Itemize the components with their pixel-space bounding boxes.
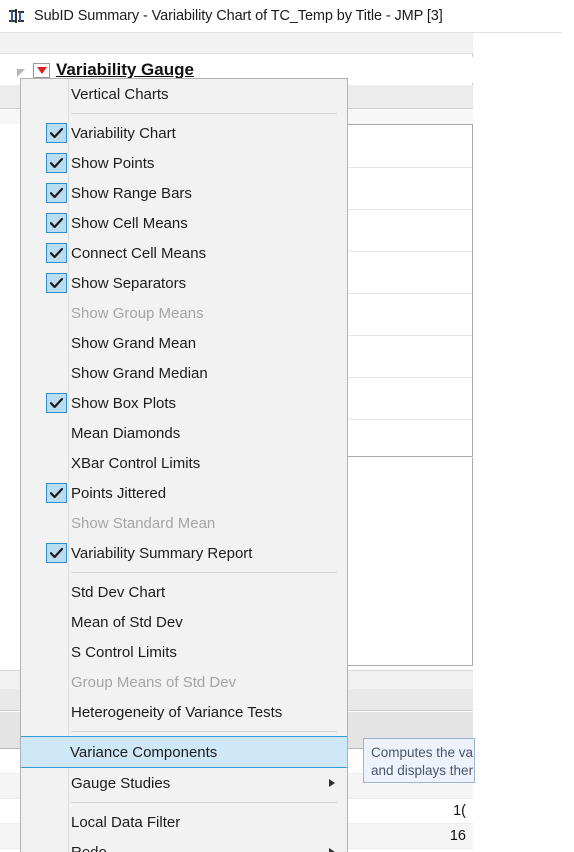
menu-item-label: Local Data Filter xyxy=(71,813,181,831)
checkmark-icon xyxy=(46,543,67,563)
menu-separator xyxy=(71,731,337,732)
menu-item-label: Show Points xyxy=(71,154,155,172)
menu-item-list: Vertical Charts Variability Chart Show Poi… xyxy=(21,79,347,852)
menu-item-label: Show Cell Means xyxy=(71,214,188,232)
submenu-arrow-icon xyxy=(329,848,335,852)
menu-item-label: Std Dev Chart xyxy=(71,583,166,601)
menu-item-label: Show Box Plots xyxy=(71,394,177,412)
menu-item-label: Connect Cell Means xyxy=(71,244,207,262)
menu-item-label: Vertical Charts xyxy=(71,85,169,103)
menu-item-mean-diamonds[interactable]: Mean Diamonds xyxy=(21,418,347,448)
menu-item-redo[interactable]: Redo xyxy=(21,837,347,852)
menu-item-group-means-of-std-dev: Group Means of Std Dev xyxy=(21,667,347,697)
menu-item-show-points[interactable]: Show Points xyxy=(21,148,347,178)
menu-item-label: Gauge Studies xyxy=(71,774,171,792)
menu-item-local-data-filter[interactable]: Local Data Filter xyxy=(21,807,347,837)
menu-item-heterogeneity-of-variance-tests[interactable]: Heterogeneity of Variance Tests xyxy=(21,697,347,727)
menu-item-label: Points Jittered xyxy=(71,484,167,502)
menu-item-connect-cell-means[interactable]: Connect Cell Means xyxy=(21,238,347,268)
menu-item-show-grand-mean[interactable]: Show Grand Mean xyxy=(21,328,347,358)
jmp-chart-icon xyxy=(9,7,27,25)
menu-item-variability-chart[interactable]: Variability Chart xyxy=(21,118,347,148)
menu-item-label: Show Range Bars xyxy=(71,184,192,202)
menu-separator xyxy=(71,802,337,803)
toolbar-strip xyxy=(0,33,473,54)
tooltip-line-2: and displays ther xyxy=(371,763,474,778)
checkmark-icon xyxy=(46,183,67,203)
checkmark-icon xyxy=(46,243,67,263)
menu-separator xyxy=(71,572,337,573)
menu-item-show-box-plots[interactable]: Show Box Plots xyxy=(21,388,347,418)
menu-item-show-range-bars[interactable]: Show Range Bars xyxy=(21,178,347,208)
menu-item-label: Variability Chart xyxy=(71,124,176,142)
menu-item-mean-of-std-dev[interactable]: Mean of Std Dev xyxy=(21,607,347,637)
window-title: SubID Summary - Variability Chart of TC_… xyxy=(34,8,443,24)
menu-item-label: Variability Summary Report xyxy=(71,544,253,562)
checkmark-icon xyxy=(46,393,67,413)
checkmark-icon xyxy=(46,483,67,503)
menu-item-show-group-means: Show Group Means xyxy=(21,298,347,328)
menu-separator xyxy=(71,113,337,114)
menu-item-points-jittered[interactable]: Points Jittered xyxy=(21,478,347,508)
app-root: SubID Summary - Variability Chart of TC_… xyxy=(0,0,574,852)
menu-item-label: Show Separators xyxy=(71,274,187,292)
outline-triangle-icon[interactable] xyxy=(17,69,25,77)
menu-item-show-cell-means[interactable]: Show Cell Means xyxy=(21,208,347,238)
menu-item-std-dev-chart[interactable]: Std Dev Chart xyxy=(21,577,347,607)
menu-item-label: Mean Diamonds xyxy=(71,424,181,442)
menu-item-show-grand-median[interactable]: Show Grand Median xyxy=(21,358,347,388)
variability-gauge-context-menu[interactable]: Vertical Charts Variability Chart Show Poi… xyxy=(20,78,348,852)
menu-item-label: XBar Control Limits xyxy=(71,454,201,472)
menu-item-label: Show Grand Median xyxy=(71,364,208,382)
menu-item-label: Show Standard Mean xyxy=(71,514,216,532)
menu-item-label: Variance Components xyxy=(70,743,218,761)
menu-item-label: Redo xyxy=(71,843,107,852)
checkmark-icon xyxy=(46,153,67,173)
checkmark-icon xyxy=(46,273,67,293)
checkmark-icon xyxy=(46,213,67,233)
menu-item-s-control-limits[interactable]: S Control Limits xyxy=(21,637,347,667)
submenu-arrow-icon xyxy=(329,779,335,787)
page-title: Variability Gauge xyxy=(56,60,194,79)
menu-item-show-separators[interactable]: Show Separators xyxy=(21,268,347,298)
menu-item-label: Group Means of Std Dev xyxy=(71,673,237,691)
red-triangle-menu-icon[interactable] xyxy=(33,62,50,78)
tooltip: Computes the va and displays ther xyxy=(363,738,475,783)
menu-item-xbar-control-limits[interactable]: XBar Control Limits xyxy=(21,448,347,478)
window-title-bar: SubID Summary - Variability Chart of TC_… xyxy=(0,0,562,33)
menu-item-vertical-charts[interactable]: Vertical Charts xyxy=(21,79,347,109)
menu-item-variance-components[interactable]: Variance Components xyxy=(21,736,347,768)
menu-item-show-standard-mean: Show Standard Mean xyxy=(21,508,347,538)
menu-item-variability-summary-report[interactable]: Variability Summary Report xyxy=(21,538,347,568)
menu-item-label: Show Group Means xyxy=(71,304,204,322)
menu-item-label: S Control Limits xyxy=(71,643,177,661)
menu-item-gauge-studies[interactable]: Gauge Studies xyxy=(21,768,347,798)
tooltip-line-1: Computes the va xyxy=(371,745,474,760)
menu-item-label: Mean of Std Dev xyxy=(71,613,183,631)
menu-item-label: Show Grand Mean xyxy=(71,334,197,352)
checkmark-icon xyxy=(46,123,67,143)
menu-item-label: Heterogeneity of Variance Tests xyxy=(71,703,283,721)
